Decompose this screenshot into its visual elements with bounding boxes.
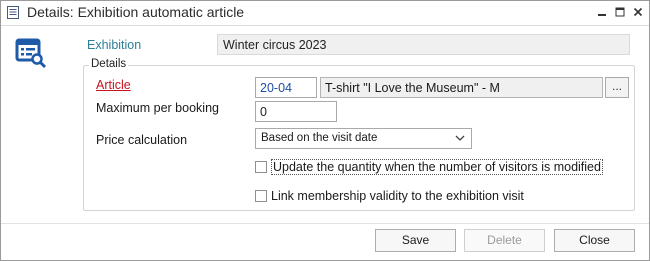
- price-calculation-select[interactable]: Based on the visit date: [255, 128, 472, 149]
- dialog-window: Details: Exhibition automatic article Ex…: [0, 0, 650, 261]
- update-quantity-checkbox[interactable]: [255, 161, 267, 173]
- minimize-icon[interactable]: [595, 5, 609, 19]
- close-button[interactable]: Close: [554, 229, 635, 252]
- delete-button[interactable]: Delete: [464, 229, 545, 252]
- link-membership-label: Link membership validity to the exhibiti…: [271, 189, 524, 203]
- close-icon[interactable]: [631, 5, 645, 19]
- price-calculation-value: Based on the visit date: [261, 132, 378, 144]
- article-search-icon: [15, 38, 47, 69]
- document-icon: [7, 6, 19, 19]
- details-legend: Details: [89, 58, 129, 70]
- max-per-booking-input[interactable]: 0: [255, 101, 337, 122]
- footer-divider: [1, 223, 649, 224]
- maximize-icon[interactable]: [613, 5, 627, 19]
- article-browse-button[interactable]: ...: [605, 77, 629, 98]
- exhibition-label: Exhibition: [87, 38, 142, 52]
- exhibition-field: Winter circus 2023: [217, 34, 630, 55]
- update-quantity-label: Update the quantity when the number of v…: [271, 159, 603, 175]
- window-title: Details: Exhibition automatic article: [27, 4, 245, 20]
- article-link[interactable]: Article: [96, 78, 131, 92]
- max-per-booking-label: Maximum per booking: [96, 101, 219, 115]
- link-membership-checkbox[interactable]: [255, 190, 267, 202]
- article-name-field: T-shirt "I Love the Museum" - M: [320, 77, 603, 98]
- title-bar: Details: Exhibition automatic article: [1, 1, 649, 25]
- title-divider: [1, 25, 649, 26]
- chevron-down-icon: [455, 135, 465, 141]
- price-calculation-label: Price calculation: [96, 133, 188, 147]
- article-code-input[interactable]: 20-04: [255, 77, 317, 98]
- save-button[interactable]: Save: [375, 229, 456, 252]
